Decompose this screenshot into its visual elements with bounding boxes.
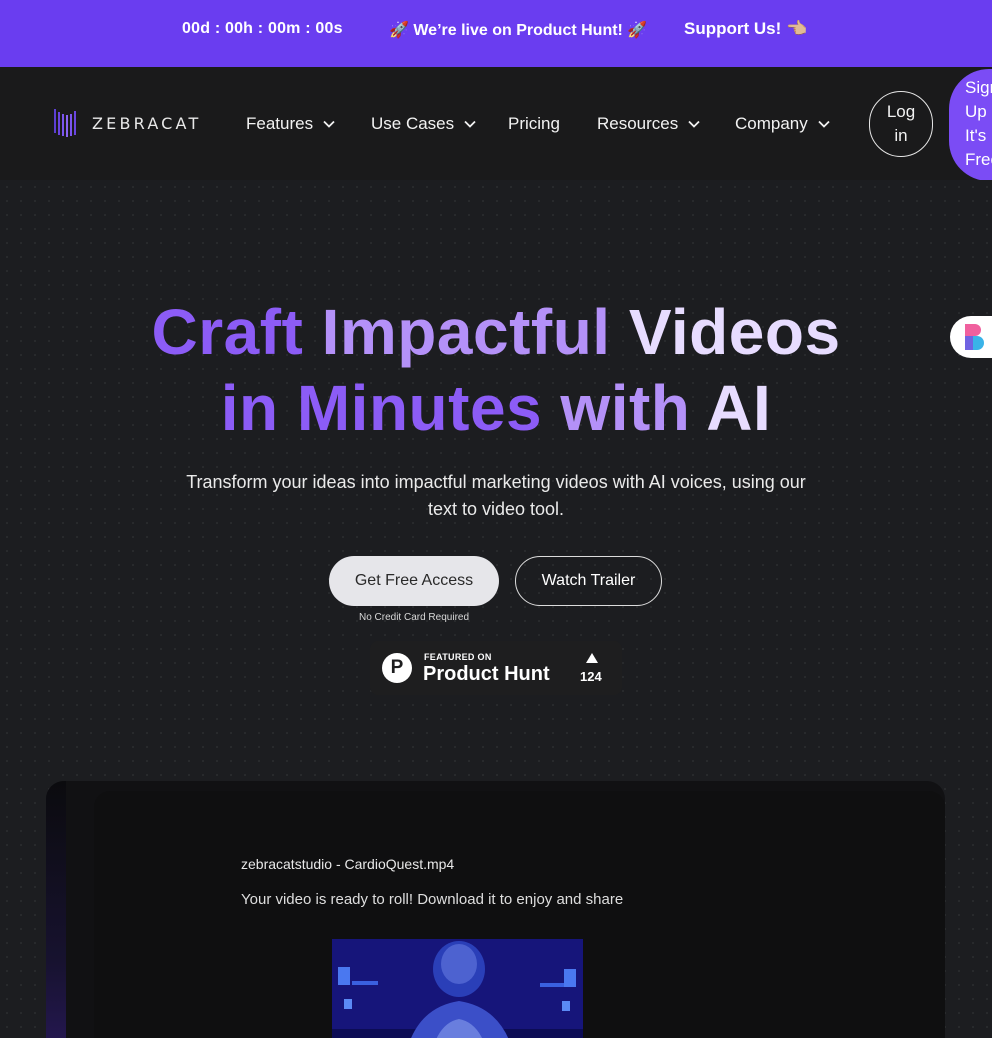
login-button[interactable]: Log in bbox=[869, 91, 933, 157]
hero-subtitle: Transform your ideas into impactful mark… bbox=[186, 472, 806, 519]
promo-bar: 00d : 00h : 00m : 00s 🚀 We’re live on Pr… bbox=[0, 0, 992, 67]
nav-features[interactable]: Features bbox=[246, 114, 335, 134]
headline-word: with bbox=[560, 372, 707, 444]
nav-resources-label: Resources bbox=[597, 114, 679, 133]
main-nav: ZEBRACAT Features Use Cases Pricing Reso… bbox=[0, 67, 992, 181]
headline-word: Impactful bbox=[321, 296, 629, 368]
support-us-link[interactable]: Support Us! 👈🏼 bbox=[684, 19, 807, 39]
login-line-2: in bbox=[894, 126, 908, 145]
watch-trailer-button[interactable]: Watch Trailer bbox=[515, 556, 662, 606]
upvote-triangle-icon bbox=[586, 653, 598, 663]
headline-word: in Minutes bbox=[220, 372, 561, 444]
nav-company[interactable]: Company bbox=[735, 114, 830, 134]
product-hunt-logo-icon: P bbox=[382, 653, 412, 683]
headline-line-2: in Minutes with AI bbox=[0, 370, 992, 446]
countdown-timer: 00d : 00h : 00m : 00s bbox=[182, 20, 343, 37]
zebracat-logo-icon bbox=[54, 109, 76, 137]
logo-text: ZEBRACAT bbox=[92, 113, 202, 133]
nav-features-label: Features bbox=[246, 114, 314, 133]
nav-use-cases-label: Use Cases bbox=[371, 114, 455, 133]
chevron-down-icon bbox=[323, 120, 335, 128]
product-hunt-name: Product Hunt bbox=[423, 663, 550, 685]
nav-company-label: Company bbox=[735, 114, 808, 133]
signup-button[interactable]: Sign Up It's Free bbox=[949, 69, 992, 181]
get-free-access-button[interactable]: Get Free Access bbox=[329, 556, 499, 606]
nav-pricing-label: Pricing bbox=[508, 114, 560, 133]
widget-logo-icon bbox=[965, 324, 984, 350]
chevron-down-icon bbox=[464, 120, 476, 128]
nav-use-cases[interactable]: Use Cases bbox=[371, 114, 476, 134]
no-credit-card-note: No Credit Card Required bbox=[358, 612, 470, 623]
chevron-down-icon bbox=[688, 120, 700, 128]
video-thumbnail-image bbox=[332, 939, 583, 1038]
video-side-strip bbox=[46, 781, 66, 1038]
video-ready-message: Your video is ready to roll! Download it… bbox=[241, 891, 624, 908]
video-thumbnail[interactable] bbox=[332, 939, 583, 1038]
signup-line-3: It's bbox=[965, 126, 987, 145]
product-hunt-live-banner[interactable]: 🚀 We’re live on Product Hunt! 🚀 bbox=[389, 20, 647, 40]
hero-headline: Craft Impactful Videos in Minutes with A… bbox=[0, 294, 992, 446]
headline-word: Craft bbox=[151, 296, 322, 368]
side-widget[interactable] bbox=[950, 316, 992, 358]
signup-line-2: Up bbox=[965, 102, 987, 121]
video-preview-card: zebracatstudio - CardioQuest.mp4 Your vi… bbox=[46, 781, 945, 1038]
chevron-down-icon bbox=[818, 120, 830, 128]
signup-line-1: Sign bbox=[965, 78, 992, 97]
video-preview-panel: zebracatstudio - CardioQuest.mp4 Your vi… bbox=[94, 791, 945, 1038]
headline-word: Videos bbox=[628, 296, 841, 368]
headline-line-1: Craft Impactful Videos bbox=[0, 294, 992, 370]
upvote-count: 124 bbox=[580, 669, 602, 684]
nav-resources[interactable]: Resources bbox=[597, 114, 700, 134]
login-line-1: Log bbox=[886, 102, 916, 121]
product-hunt-badge[interactable]: P FEATURED ON Product Hunt 124 bbox=[370, 641, 622, 695]
nav-pricing[interactable]: Pricing bbox=[508, 114, 560, 134]
product-hunt-featured-label: FEATURED ON bbox=[424, 652, 492, 662]
signup-line-4: Free bbox=[965, 150, 992, 169]
video-file-name: zebracatstudio - CardioQuest.mp4 bbox=[241, 856, 455, 872]
login-label: Log in bbox=[887, 100, 915, 148]
logo[interactable]: ZEBRACAT bbox=[54, 109, 201, 137]
headline-word: AI bbox=[706, 372, 772, 444]
